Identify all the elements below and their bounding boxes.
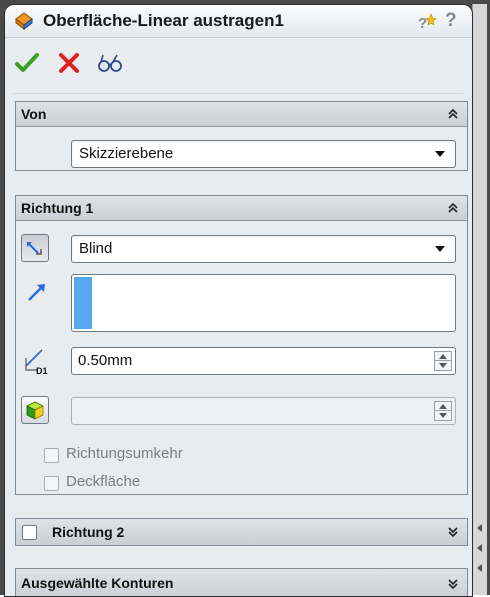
help-sparkle-icon[interactable]: ?	[417, 13, 437, 31]
separator	[13, 93, 463, 94]
richtung2-title: Richtung 2	[52, 524, 125, 540]
richtung2-group: Richtung 2	[15, 518, 468, 546]
von-header[interactable]: Von	[16, 102, 467, 127]
depth-value: 0.50mm	[78, 352, 133, 369]
reverse-direction-checkbox[interactable]	[44, 448, 59, 463]
draft-angle-stepper[interactable]	[434, 401, 452, 421]
collapse-arrow-icon[interactable]	[477, 524, 482, 532]
selected-contours-title: Ausgewählte Konturen	[21, 575, 174, 591]
spin-down-icon[interactable]	[439, 413, 447, 418]
svg-text:?: ?	[418, 15, 427, 31]
selected-contours-header[interactable]: Ausgewählte Konturen	[16, 569, 467, 596]
reverse-direction-button[interactable]	[21, 234, 49, 262]
chevron-down-double-icon[interactable]	[447, 526, 459, 538]
richtung1-title: Richtung 1	[21, 200, 94, 216]
von-select-value: Skizzierebene	[79, 145, 174, 162]
direction-selection-box[interactable]	[71, 274, 456, 332]
von-start-condition-select[interactable]: Skizzierebene	[71, 140, 456, 168]
x-icon[interactable]	[55, 49, 83, 77]
chevron-down-double-icon[interactable]	[447, 578, 459, 590]
richtung2-checkbox[interactable]	[22, 525, 37, 540]
reverse-direction-label: Richtungsumkehr	[66, 445, 183, 462]
spin-up-icon[interactable]	[439, 404, 447, 409]
collapse-arrow-icon[interactable]	[477, 544, 482, 552]
depth-stepper[interactable]	[434, 351, 452, 371]
dropdown-arrow-icon	[435, 246, 445, 252]
action-toolbar	[5, 49, 472, 79]
end-condition-value: Blind	[79, 240, 113, 257]
cap-face-label: Deckfläche	[66, 473, 141, 490]
panel-resize-strip[interactable]	[472, 4, 487, 595]
page-title: Oberfläche-Linear austragen1	[43, 11, 284, 30]
depth-spinbox[interactable]: 0.50mm	[71, 347, 456, 375]
spin-down-icon[interactable]	[439, 363, 447, 368]
help-question-icon[interactable]: ?	[445, 10, 457, 32]
checkmark-icon[interactable]	[13, 49, 41, 77]
richtung1-group: Richtung 1 Blind D1 0.50mm Richtungsumke…	[15, 195, 468, 495]
richtung2-header[interactable]: Richtung 2	[16, 519, 467, 545]
end-condition-select[interactable]: Blind	[71, 235, 456, 263]
draft-cube-icon	[26, 401, 44, 420]
glasses-icon[interactable]	[95, 49, 123, 77]
dropdown-arrow-icon	[435, 151, 445, 157]
title-bar: Oberfläche-Linear austragen1 ? ?	[5, 5, 472, 38]
selected-contours-group: Ausgewählte Konturen	[15, 568, 468, 596]
property-manager-panel: Oberfläche-Linear austragen1 ? ? Von Ski…	[4, 4, 473, 597]
direction-arrow-icon	[28, 284, 45, 301]
spin-up-icon[interactable]	[439, 354, 447, 359]
draft-angle-spinbox[interactable]	[71, 397, 456, 425]
reverse-direction-icon	[27, 242, 42, 255]
chevron-up-double-icon[interactable]	[447, 108, 459, 120]
cap-face-checkbox[interactable]	[44, 476, 59, 491]
von-title: Von	[21, 106, 47, 122]
depth-label: D1	[36, 366, 48, 376]
richtung1-header[interactable]: Richtung 1	[16, 196, 467, 221]
collapse-arrow-icon[interactable]	[477, 564, 482, 572]
extrude-surface-icon	[15, 12, 33, 30]
draft-toggle-button[interactable]	[21, 396, 49, 424]
von-group: Von Skizzierebene	[15, 101, 468, 171]
chevron-up-double-icon[interactable]	[447, 202, 459, 214]
active-selection-indicator	[74, 277, 92, 329]
depth-dimension-icon: D1	[25, 349, 48, 376]
